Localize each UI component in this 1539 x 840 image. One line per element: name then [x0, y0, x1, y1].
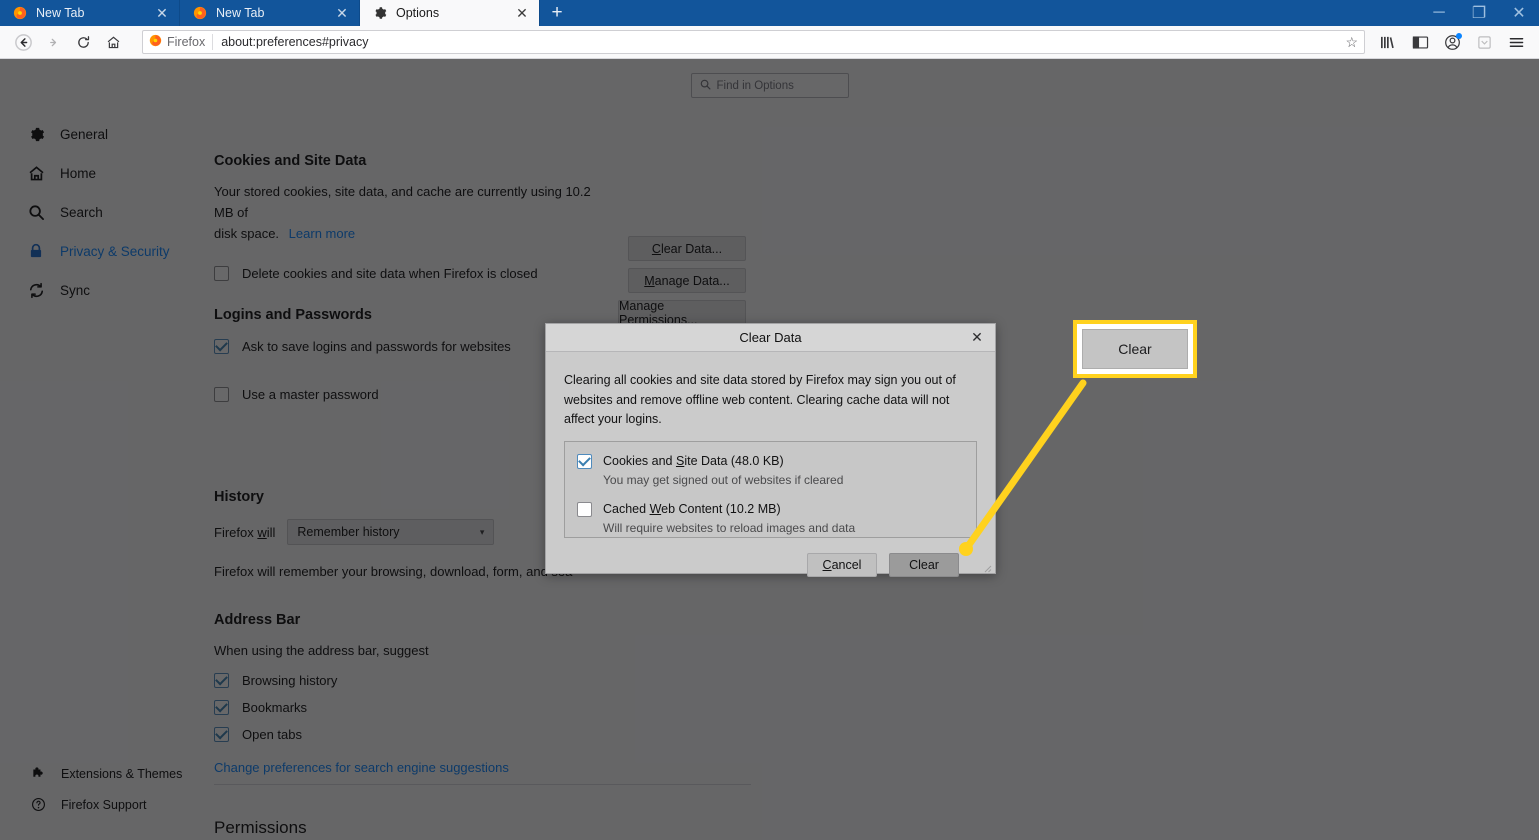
- dialog-description: Clearing all cookies and site data store…: [564, 371, 977, 430]
- option-cached-web-content[interactable]: Cached Web Content (10.2 MB) Will requir…: [577, 501, 964, 535]
- firefox-icon: [12, 5, 28, 21]
- option-label: Cookies and Site Data (48.0 KB): [603, 453, 843, 469]
- option-cookies-site-data[interactable]: Cookies and Site Data (48.0 KB) You may …: [577, 453, 964, 487]
- clear-button[interactable]: Clear: [889, 553, 959, 577]
- resize-grip-icon[interactable]: [982, 560, 992, 570]
- cookies-site-data-checkbox[interactable]: [577, 454, 592, 469]
- new-tab-button[interactable]: +: [540, 0, 574, 26]
- browser-window: New Tab ✕ New Tab ✕ Options ✕ + ─ ❐ ✕: [0, 0, 1539, 840]
- close-icon[interactable]: ✕: [513, 4, 531, 22]
- reload-icon[interactable]: [68, 28, 98, 56]
- library-icon[interactable]: [1373, 28, 1403, 56]
- dialog-title-bar: Clear Data ✕: [546, 324, 995, 352]
- option-sublabel: Will require websites to reload images a…: [603, 521, 855, 535]
- tab-label: New Tab: [216, 6, 333, 20]
- dialog-body: Clearing all cookies and site data store…: [546, 352, 995, 577]
- tab-label: Options: [396, 6, 513, 20]
- address-bar[interactable]: Firefox about:preferences#privacy ☆: [142, 30, 1365, 54]
- tab-label: New Tab: [36, 6, 153, 20]
- tab-new-tab-2[interactable]: New Tab ✕: [180, 0, 360, 26]
- cached-web-content-checkbox[interactable]: [577, 502, 592, 517]
- close-window-button[interactable]: ✕: [1499, 0, 1539, 26]
- close-icon[interactable]: ✕: [333, 4, 351, 22]
- cancel-button[interactable]: Cancel: [807, 553, 877, 577]
- navigation-toolbar: Firefox about:preferences#privacy ☆: [0, 26, 1539, 59]
- bookmark-star-icon[interactable]: ☆: [1345, 34, 1358, 51]
- option-label: Cached Web Content (10.2 MB): [603, 501, 855, 517]
- dialog-footer: Cancel Clear: [564, 538, 977, 577]
- tab-new-tab-1[interactable]: New Tab ✕: [0, 0, 180, 26]
- tab-options[interactable]: Options ✕: [360, 0, 540, 26]
- close-icon[interactable]: ✕: [153, 4, 171, 22]
- sidebar-icon[interactable]: [1405, 28, 1435, 56]
- option-sublabel: You may get signed out of websites if cl…: [603, 473, 843, 487]
- firefox-icon: [192, 5, 208, 21]
- dialog-options-list: Cookies and Site Data (48.0 KB) You may …: [564, 441, 977, 538]
- clear-data-dialog: Clear Data ✕ Clearing all cookies and si…: [545, 323, 996, 574]
- account-icon[interactable]: [1437, 28, 1467, 56]
- hamburger-menu-icon[interactable]: [1501, 28, 1531, 56]
- window-controls: ─ ❐ ✕: [1419, 0, 1539, 26]
- home-icon[interactable]: [98, 28, 128, 56]
- callout-clear-button[interactable]: Clear: [1082, 329, 1188, 369]
- identity-chip: Firefox: [149, 34, 213, 50]
- forward-icon[interactable]: [38, 28, 68, 56]
- back-icon[interactable]: [8, 28, 38, 56]
- save-to-pocket-icon[interactable]: [1469, 28, 1499, 56]
- minimize-button[interactable]: ─: [1419, 0, 1459, 26]
- close-icon[interactable]: ✕: [969, 330, 985, 346]
- url-text: about:preferences#privacy: [221, 35, 368, 49]
- toolbar-icons: [1373, 28, 1531, 56]
- callout-highlight-box: Clear: [1073, 320, 1197, 378]
- firefox-icon: [149, 34, 162, 50]
- gear-icon: [372, 5, 388, 21]
- tab-bar: New Tab ✕ New Tab ✕ Options ✕ + ─ ❐ ✕: [0, 0, 1539, 26]
- dialog-title: Clear Data: [739, 330, 801, 345]
- identity-chip-label: Firefox: [167, 35, 205, 49]
- account-notification-dot: [1456, 33, 1462, 39]
- maximize-button[interactable]: ❐: [1459, 0, 1499, 26]
